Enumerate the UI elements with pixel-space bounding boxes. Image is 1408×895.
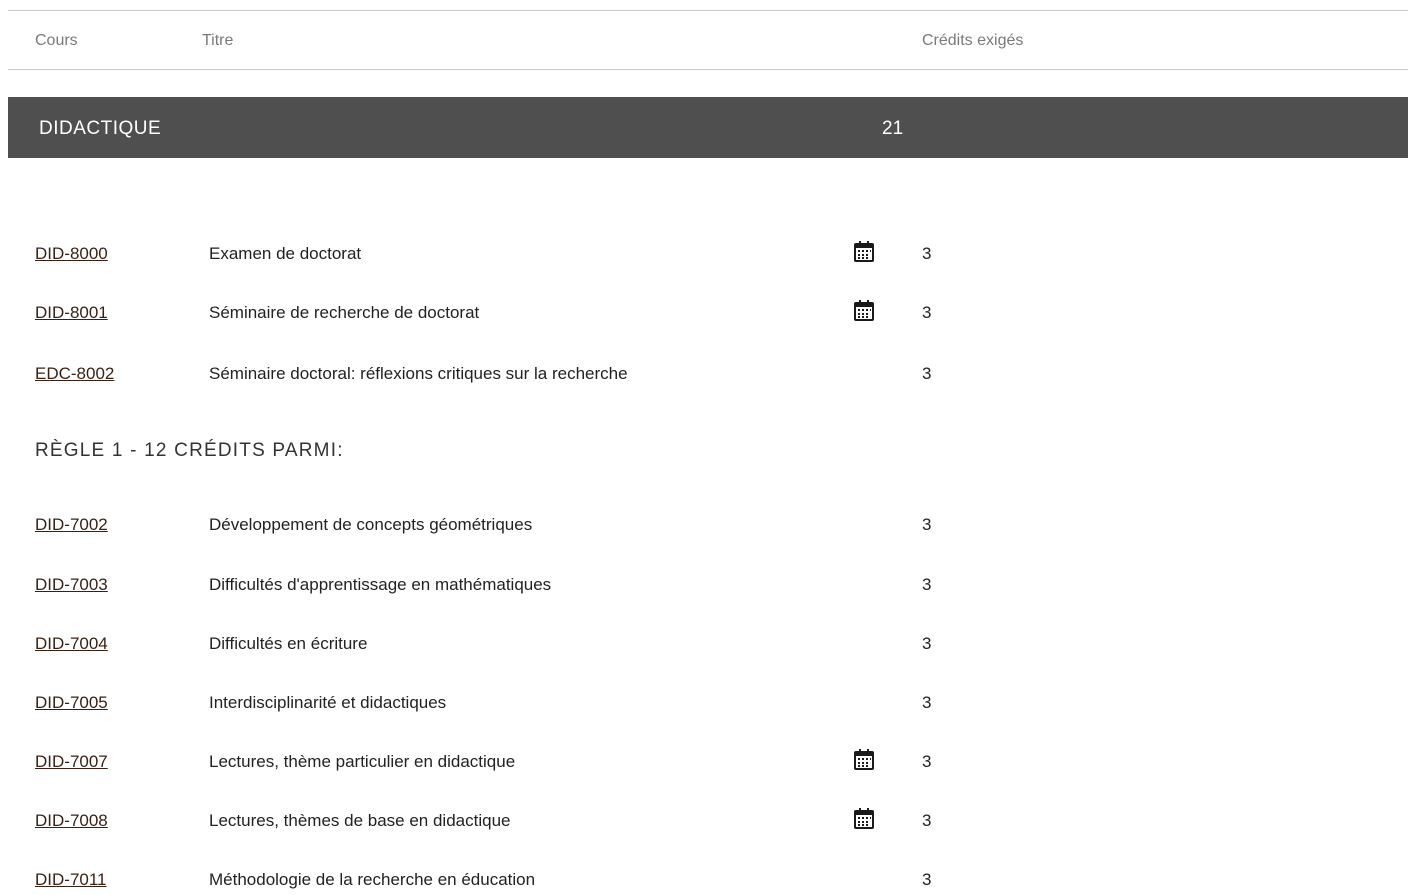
course-code-link[interactable]: DID-7008 [35,811,108,831]
table-header: Cours Titre Crédits exigés [8,10,1408,70]
course-title: Séminaire doctoral: réflexions critiques… [209,364,628,383]
course-credits: 3 [922,870,932,889]
table-row: DID-7004 Difficultés en écriture 3 [0,629,1408,659]
course-code-link[interactable]: DID-8000 [35,244,108,264]
rule-heading: RÈGLE 1 - 12 CRÉDITS PARMI: [35,440,344,461]
course-code-link[interactable]: DID-8001 [35,303,108,323]
table-row: DID-8000 Examen de doctorat 3 [0,239,1408,269]
calendar-icon[interactable] [852,298,876,322]
course-title: Lectures, thèmes de base en didactique [209,811,511,830]
course-credits: 3 [922,634,932,653]
course-title: Séminaire de recherche de doctorat [209,303,480,322]
section-title: DIDACTIQUE [39,118,162,139]
course-title: Méthodologie de la recherche en éducatio… [209,870,536,889]
course-title: Interdisciplinarité et didactiques [209,693,447,712]
course-credits: 3 [922,244,932,263]
course-title: Examen de doctorat [209,244,362,263]
column-header-cours: Cours [35,32,78,49]
course-title: Difficultés en écriture [209,634,368,653]
course-code-link[interactable]: DID-7003 [35,575,108,595]
course-credits: 3 [922,515,932,534]
course-credits: 3 [922,752,932,771]
column-header-credits: Crédits exigés [922,32,1024,49]
course-code-link[interactable]: DID-7005 [35,693,108,713]
table-row: DID-7003 Difficultés d'apprentissage en … [0,570,1408,600]
course-credits: 3 [922,364,932,383]
course-title: Lectures, thème particulier en didactiqu… [209,752,516,771]
column-header-titre: Titre [202,32,234,49]
course-code-link[interactable]: EDC-8002 [35,364,114,384]
course-title: Difficultés d'apprentissage en mathémati… [209,575,552,594]
calendar-icon[interactable] [852,239,876,263]
course-code-link[interactable]: DID-7002 [35,515,108,535]
course-credits: 3 [922,303,932,322]
course-code-link[interactable]: DID-7007 [35,752,108,772]
course-code-link[interactable]: DID-7011 [35,870,107,890]
section-credits: 21 [882,118,904,139]
calendar-icon[interactable] [852,806,876,830]
table-row: DID-7007 Lectures, thème particulier en … [0,747,1408,777]
course-credits: 3 [922,693,932,712]
program-requirements-page: Cours Titre Crédits exigés DIDACTIQUE 21… [0,0,1408,890]
course-code-link[interactable]: DID-7004 [35,634,108,654]
table-row: DID-7008 Lectures, thèmes de base en did… [0,806,1408,836]
calendar-icon[interactable] [852,747,876,771]
table-row: DID-7011 Méthodologie de la recherche en… [0,865,1408,895]
course-credits: 3 [922,575,932,594]
section-header-didactique[interactable]: DIDACTIQUE 21 [8,97,1408,158]
table-row: DID-7002 Développement de concepts géomé… [0,510,1408,540]
table-row: DID-8001 Séminaire de recherche de docto… [0,298,1408,328]
table-row: DID-7005 Interdisciplinarité et didactiq… [0,688,1408,718]
course-title: Développement de concepts géométriques [209,515,533,534]
course-credits: 3 [922,811,932,830]
table-row: EDC-8002 Séminaire doctoral: réflexions … [0,359,1408,389]
